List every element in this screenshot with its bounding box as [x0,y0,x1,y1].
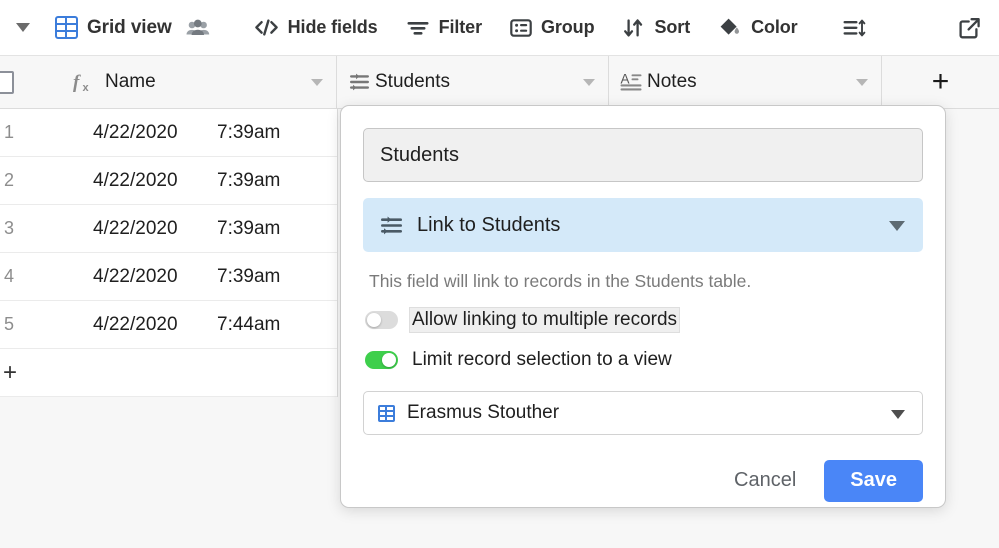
column-header-students[interactable]: Students [337,56,609,108]
hide-fields-label: Hide fields [287,17,378,37]
limit-record-selection-label: Limit record selection to a view [412,349,672,370]
field-type-label: Link to Students [417,213,561,236]
row-date-cell[interactable]: 4/22/2020 [93,266,178,288]
limit-record-selection-toggle[interactable] [365,351,398,369]
column-header-name[interactable]: f x Name [16,56,337,108]
filter-button[interactable]: Filter [399,10,489,46]
long-text-a-icon: A [620,72,643,93]
formula-fx-icon: f x [72,70,96,94]
row-time-cell[interactable]: 7:39am [217,218,280,240]
field-editor-dialog: Link to Students This field will link to… [340,105,946,508]
view-select-label: Erasmus Stouther [407,402,560,423]
sort-button[interactable]: Sort [615,10,697,46]
filter-label: Filter [438,17,483,37]
limit-record-selection-toggle-row[interactable]: Limit record selection to a view [365,348,674,372]
sort-arrows-icon [622,18,645,38]
grid-table-icon [378,404,395,422]
grid-rows: 1 4/22/2020 7:39am 2 4/22/2020 7:39am 3 … [0,109,338,397]
toggle-knob [367,313,381,327]
row-number: 3 [4,218,15,238]
column-header-name-label: Name [105,71,156,92]
svg-text:x: x [83,82,90,94]
color-button[interactable]: Color [711,10,805,46]
people-icon [185,18,211,38]
hide-fields-button[interactable]: Hide fields [247,10,385,46]
chevron-down-icon[interactable] [311,79,323,86]
svg-text:f: f [73,72,81,93]
svg-text:A: A [621,72,630,87]
link-record-icon [348,72,371,92]
add-row-plus-icon: + [3,358,18,386]
allow-multiple-records-label: Allow linking to multiple records [408,307,681,333]
field-hint-text: This field will link to records in the S… [369,271,752,291]
allow-multiple-records-toggle[interactable] [365,311,398,329]
chevron-down-icon[interactable] [889,221,905,231]
checkbox-icon [0,70,14,94]
color-label: Color [751,17,798,37]
grid-table-icon [55,16,78,39]
row-number: 2 [4,170,15,190]
paint-bucket-icon [718,17,742,38]
group-list-icon [510,18,532,38]
grid-view-button[interactable]: Grid view [48,10,179,46]
share-export-button[interactable] [951,10,989,46]
table-row[interactable]: 3 4/22/2020 7:39am [0,205,337,253]
code-slash-icon [254,18,279,37]
field-type-select[interactable]: Link to Students [363,198,923,252]
row-date-cell[interactable]: 4/22/2020 [93,218,178,240]
row-time-cell[interactable]: 7:44am [217,314,280,336]
column-header-notes[interactable]: A Notes [609,56,882,108]
add-field-plus-icon: + [931,65,950,98]
table-row[interactable]: 1 4/22/2020 7:39am [0,109,337,157]
row-time-cell[interactable]: 7:39am [217,122,280,144]
toggle-knob [382,353,396,367]
app-root: Grid view Hide fields Filter Group Sort … [0,0,999,548]
allow-multiple-records-toggle-row[interactable]: Allow linking to multiple records [365,307,681,333]
table-row[interactable]: 5 4/22/2020 7:44am [0,301,337,349]
group-button[interactable]: Group [503,10,602,46]
chevron-down-icon[interactable] [583,79,595,86]
row-date-cell[interactable]: 4/22/2020 [93,314,178,336]
save-button[interactable]: Save [824,459,923,502]
row-height-icon [842,18,866,38]
row-number: 4 [4,266,15,286]
dialog-actions: Cancel Save [363,459,923,502]
row-number: 1 [4,122,15,142]
group-label: Group [540,17,595,37]
add-field-button[interactable]: + [882,56,999,108]
table-row[interactable]: 4 4/22/2020 7:39am [0,253,337,301]
row-time-cell[interactable]: 7:39am [217,266,280,288]
row-number: 5 [4,314,15,334]
grid-column-header-row: f x Name Students A Notes + [0,56,999,109]
toolbar: Grid view Hide fields Filter Group Sort … [0,0,999,56]
chevron-down-icon[interactable] [856,79,868,86]
column-header-notes-label: Notes [647,71,697,92]
collaborators-button[interactable] [179,10,217,46]
column-header-students-label: Students [375,71,450,92]
row-date-cell[interactable]: 4/22/2020 [93,122,178,144]
field-name-input[interactable] [363,128,923,182]
grid-view-label: Grid view [87,16,172,38]
view-select[interactable]: Erasmus Stouther [363,391,923,435]
row-date-cell[interactable]: 4/22/2020 [93,170,178,192]
chevron-down-icon [16,23,30,32]
add-row-button[interactable]: + [0,349,337,397]
select-all-checkbox[interactable] [0,56,16,108]
cancel-button[interactable]: Cancel [720,459,810,502]
row-height-button[interactable] [835,10,873,46]
share-export-icon [958,17,982,39]
sort-label: Sort [654,17,691,37]
chevron-down-icon[interactable] [891,410,905,419]
filter-icon [406,19,430,37]
view-switcher-button[interactable] [12,10,34,46]
link-record-icon [379,215,404,236]
table-row[interactable]: 2 4/22/2020 7:39am [0,157,337,205]
row-time-cell[interactable]: 7:39am [217,170,280,192]
